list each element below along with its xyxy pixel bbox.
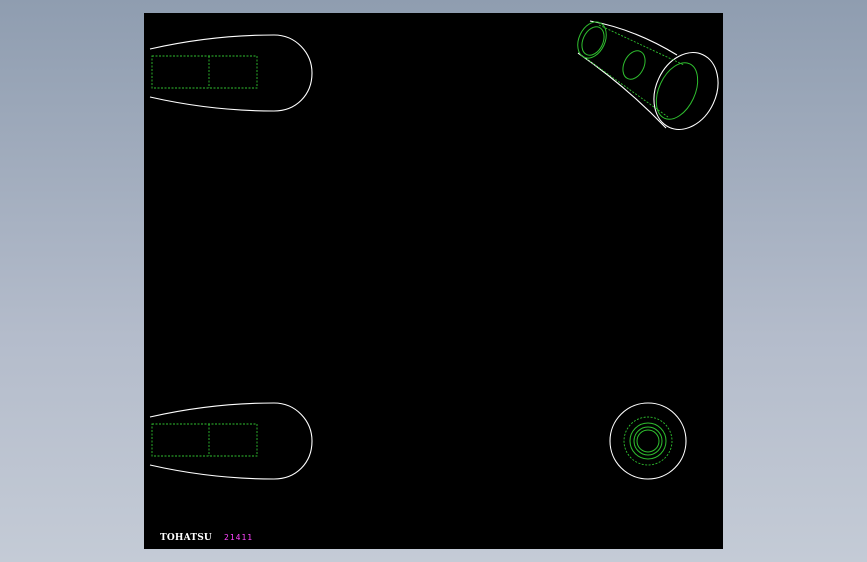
top-left-side-view (149, 34, 313, 112)
end-view-outer-circle (609, 402, 687, 480)
bore-hidden-line-outer (151, 423, 258, 457)
drawing-code: 21411 (224, 533, 254, 542)
bottom-left-side-view (149, 402, 313, 480)
top-right-isometric-view (577, 20, 719, 130)
iso-mid-ring (622, 50, 646, 80)
end-view-bore-inner (633, 426, 663, 456)
end-view-bore-core (636, 429, 660, 453)
iso-bore-upper (598, 24, 685, 66)
bottom-right-end-view (609, 402, 687, 480)
brand-label: TOHATSU (160, 533, 212, 543)
end-view-hidden-circle (623, 416, 673, 466)
iso-small-end-inner (581, 26, 605, 56)
end-view-bore-outer (629, 422, 667, 460)
iso-body-upper-edge (589, 20, 678, 56)
iso-large-ring (655, 62, 699, 120)
bore-hidden-line-outer (151, 55, 258, 89)
drawing-sheet: TOHATSU 21411 (144, 13, 723, 549)
iso-body-lower-edge (577, 52, 667, 129)
handle-outline (149, 402, 313, 480)
iso-end-cap (653, 52, 719, 130)
cad-drawing (149, 20, 719, 480)
handle-outline (149, 34, 313, 112)
